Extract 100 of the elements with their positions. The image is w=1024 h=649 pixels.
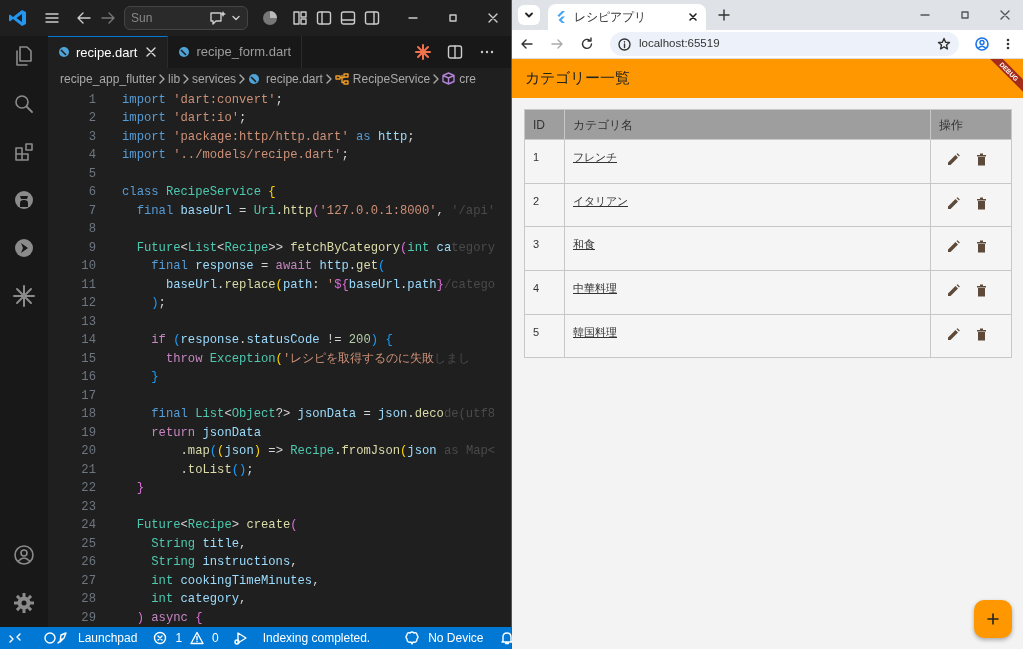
warning-icon[interactable] bbox=[190, 631, 205, 645]
chevron-icon bbox=[238, 72, 247, 85]
category-link[interactable]: フレンチ bbox=[573, 151, 617, 163]
error-icon[interactable] bbox=[153, 631, 168, 645]
forward-arrow-icon[interactable] bbox=[100, 10, 116, 26]
tab-search-button[interactable] bbox=[518, 5, 540, 25]
trash-icon bbox=[976, 327, 987, 341]
breadcrumb-item[interactable]: RecipeService bbox=[352, 69, 431, 88]
vscode-logo-icon[interactable] bbox=[8, 8, 28, 28]
dart-file-icon bbox=[58, 46, 70, 59]
browser-tab[interactable]: レシピアプリ bbox=[548, 4, 706, 30]
breadcrumb-item[interactable]: services bbox=[192, 69, 237, 88]
line-number: 11 bbox=[80, 276, 96, 294]
line-number: 29 bbox=[80, 609, 96, 627]
menu-icon[interactable] bbox=[44, 10, 60, 26]
warning-count[interactable]: 0 bbox=[212, 629, 219, 647]
edit-button[interactable] bbox=[947, 153, 960, 166]
bell-icon[interactable] bbox=[499, 631, 514, 645]
code-line: import 'dart:io'; bbox=[121, 110, 247, 127]
chevron-icon bbox=[324, 72, 333, 85]
line-number: 21 bbox=[80, 461, 96, 479]
debug-icon[interactable] bbox=[232, 631, 249, 645]
maximize-icon[interactable] bbox=[447, 12, 459, 24]
add-button[interactable] bbox=[974, 600, 1012, 638]
table-cell: 3 bbox=[524, 226, 565, 271]
error-count[interactable]: 1 bbox=[175, 629, 183, 647]
delete-button[interactable] bbox=[976, 284, 987, 298]
profile-icon[interactable] bbox=[975, 37, 989, 51]
breadcrumb-item[interactable]: cre bbox=[459, 69, 476, 88]
back-arrow-icon[interactable] bbox=[76, 10, 92, 26]
line-number: 19 bbox=[80, 424, 96, 442]
code-line: return jsonData bbox=[150, 424, 261, 442]
breadcrumb-item[interactable]: lib bbox=[168, 69, 181, 88]
delete-button[interactable] bbox=[976, 240, 987, 254]
sidebar-right-icon[interactable] bbox=[364, 10, 380, 26]
kebab-menu-icon[interactable] bbox=[1005, 37, 1011, 51]
remote-icon[interactable] bbox=[8, 631, 22, 645]
chevron-icon bbox=[432, 72, 441, 85]
sparkle-icon[interactable] bbox=[12, 283, 36, 308]
line-number: 26 bbox=[80, 554, 96, 571]
code-line: ) async { bbox=[135, 609, 203, 627]
breadcrumb-item[interactable]: recipe.dart bbox=[266, 69, 323, 88]
info-icon[interactable] bbox=[618, 37, 631, 51]
delete-button[interactable] bbox=[976, 327, 987, 341]
line-number: 23 bbox=[80, 498, 96, 516]
column-header: ID bbox=[524, 109, 565, 140]
code-line: class RecipeService { bbox=[121, 184, 276, 201]
line-number: 3 bbox=[87, 128, 96, 146]
star-icon[interactable] bbox=[937, 37, 951, 51]
new-tab-icon[interactable] bbox=[718, 9, 730, 21]
delete-button[interactable] bbox=[976, 196, 987, 210]
code-line: } bbox=[135, 480, 144, 497]
category-link[interactable]: 韓国料理 bbox=[573, 325, 617, 338]
dart-file-icon bbox=[248, 72, 261, 85]
tab-title: レシピアプリ bbox=[574, 9, 647, 26]
trash-icon bbox=[976, 284, 987, 298]
edit-button[interactable] bbox=[947, 284, 960, 298]
category-link[interactable]: 和食 bbox=[573, 238, 595, 251]
edit-button[interactable] bbox=[947, 327, 960, 341]
line-number: 16 bbox=[80, 369, 96, 386]
line-number: 25 bbox=[80, 535, 96, 553]
caret-icon[interactable] bbox=[231, 13, 241, 23]
edit-button[interactable] bbox=[947, 240, 960, 254]
sparkle-icon[interactable] bbox=[415, 43, 431, 60]
category-link[interactable]: 中華料理 bbox=[573, 282, 617, 295]
category-link[interactable]: イタリアン bbox=[573, 194, 628, 207]
code-line: } bbox=[150, 369, 159, 386]
line-number: 9 bbox=[87, 239, 96, 257]
line-number: 15 bbox=[80, 350, 96, 368]
status-text[interactable]: Launchpad bbox=[78, 629, 138, 647]
plus-icon bbox=[987, 613, 999, 625]
editor-tab[interactable]: recipe.dart bbox=[48, 35, 169, 68]
account-icon[interactable] bbox=[12, 543, 36, 567]
maximize-icon[interactable] bbox=[959, 9, 971, 21]
chat-sparkle-icon[interactable] bbox=[209, 10, 227, 26]
command-center[interactable]: Sun bbox=[124, 6, 248, 30]
edit-button[interactable] bbox=[947, 196, 960, 210]
column-header: 操作 bbox=[930, 109, 1012, 140]
pencil-icon bbox=[947, 327, 960, 341]
device-selector[interactable]: No Device bbox=[428, 629, 484, 647]
pencil-icon bbox=[947, 196, 960, 210]
code-line: String title, bbox=[150, 535, 247, 553]
line-number: 13 bbox=[80, 313, 96, 331]
settings-icon[interactable] bbox=[12, 591, 36, 615]
delete-button[interactable] bbox=[976, 153, 987, 166]
breadcrumb-item[interactable]: recipe_app_flutter bbox=[60, 69, 157, 88]
line-number: 27 bbox=[80, 572, 96, 590]
address-bar[interactable]: localhost:65519 bbox=[610, 32, 959, 56]
pie-chart-icon[interactable] bbox=[262, 10, 278, 26]
reload-icon[interactable] bbox=[580, 37, 594, 51]
split-editor-icon[interactable] bbox=[447, 43, 463, 60]
layout-grid-icon[interactable] bbox=[292, 10, 308, 26]
back-arrow-icon[interactable] bbox=[520, 37, 534, 51]
line-number: 6 bbox=[87, 184, 96, 201]
launchpad-icon[interactable] bbox=[44, 631, 70, 645]
trash-icon bbox=[976, 240, 987, 254]
sidebar-left-icon[interactable] bbox=[316, 10, 332, 26]
close-icon[interactable] bbox=[688, 12, 698, 22]
panel-bottom-icon[interactable] bbox=[340, 10, 356, 26]
line-number: 5 bbox=[87, 165, 96, 183]
